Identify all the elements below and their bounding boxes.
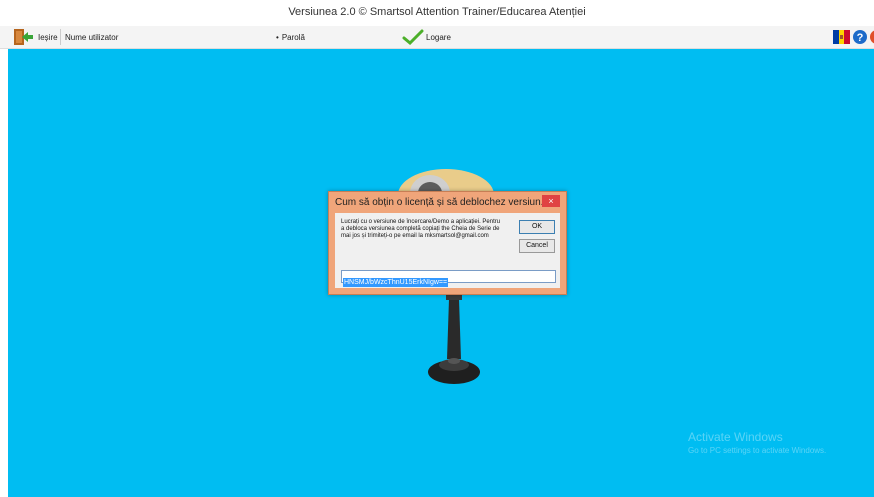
help-icon: ? [853, 30, 867, 44]
window-title: Versiunea 2.0 © Smartsol Attention Train… [0, 0, 874, 26]
svg-text:?: ? [857, 32, 864, 44]
ok-button[interactable]: OK [519, 220, 555, 234]
login-button[interactable]: Logare [402, 26, 451, 48]
dialog-body: Lucrați cu o versiune de încercare/Demo … [335, 213, 560, 288]
exit-button[interactable]: Ieșire [12, 26, 58, 48]
login-label: Logare [426, 32, 451, 42]
language-button[interactable] [833, 26, 850, 48]
window-title-text: Versiunea 2.0 © Smartsol Attention Train… [288, 6, 586, 18]
dialog-message: Lucrați cu o versiune de încercare/Demo … [341, 219, 501, 239]
password-label: Parolă [281, 32, 305, 42]
exit-label: Ieșire [38, 32, 58, 42]
activate-windows-title: Activate Windows [688, 430, 783, 444]
exit-door-icon [14, 29, 33, 45]
password-marker: • [276, 32, 279, 42]
username-field[interactable]: Nume utilizator [65, 26, 265, 48]
checkmark-icon [402, 29, 424, 45]
password-field[interactable]: • Parolă [276, 26, 305, 48]
power-button[interactable] [869, 26, 874, 48]
dialog-title: Cum să obțin o licență și să deblochez v… [335, 197, 549, 208]
toolbar: Ieșire Nume utilizator • Parolă Logare ? [0, 26, 874, 49]
username-label: Nume utilizator [65, 32, 119, 42]
activate-windows-subtitle: Go to PC settings to activate Windows. [688, 446, 827, 455]
cancel-button[interactable]: Cancel [519, 239, 555, 253]
help-button[interactable]: ? [852, 26, 868, 48]
toolbar-divider [60, 29, 61, 45]
serial-key-field[interactable]: HNSMJ/bWzcThnU15ErkNIgw== [341, 270, 556, 287]
dialog-close-button[interactable]: × [542, 195, 560, 207]
moldova-flag-icon [833, 30, 850, 44]
serial-key-value: HNSMJ/bWzcThnU15ErkNIgw== [343, 278, 449, 287]
power-icon [870, 30, 874, 44]
license-dialog: Cum să obțin o licență și să deblochez v… [328, 191, 567, 295]
